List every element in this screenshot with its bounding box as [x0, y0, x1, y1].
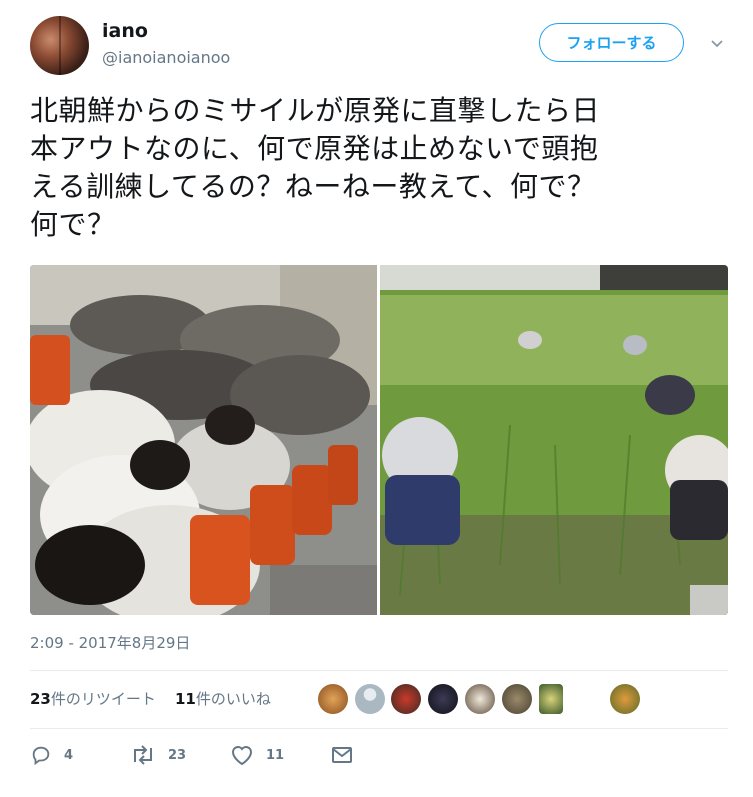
follow-button[interactable]: フォローする [539, 23, 684, 62]
reply-icon [32, 746, 50, 766]
avatar[interactable] [539, 684, 563, 714]
tweet-text-line: 北朝鮮からのミサイルが原発に直撃したら日 [30, 94, 601, 127]
avatar[interactable] [610, 684, 640, 714]
photo-field[interactable] [380, 265, 728, 615]
reply-action[interactable]: 4 [30, 744, 73, 766]
retweet-action-count: 23 [168, 747, 187, 763]
chevron-down-icon[interactable] [710, 36, 724, 50]
retweet-icon [134, 745, 152, 765]
user-handle[interactable]: @ianoianoianoo [102, 48, 230, 67]
avatar[interactable] [355, 684, 385, 714]
like-label: 件のいいね [195, 690, 271, 708]
tweet-text-line: 本アウトなのに、何で原発は止めないで頭抱 [30, 132, 599, 165]
photo-auditorium[interactable] [30, 265, 377, 615]
tweet-media [30, 265, 728, 615]
avatar[interactable] [391, 684, 421, 714]
dm-action[interactable] [330, 744, 366, 766]
tweet-stats: 23件のリツイート 11件のいいね [30, 688, 271, 709]
tweet-text-line: 何で？ [30, 208, 116, 241]
divider [30, 670, 728, 671]
retweet-stat[interactable]: 23件のリツイート [30, 690, 156, 708]
avatar[interactable] [30, 16, 89, 75]
retweet-label: 件のリツイート [50, 690, 156, 708]
retweet-count: 23 [30, 690, 51, 708]
avatar[interactable] [428, 684, 458, 714]
divider [30, 728, 728, 729]
tweet-text: 北朝鮮からのミサイルが原発に直撃したら日 本アウトなのに、何で原発は止めないで頭… [30, 92, 730, 244]
display-name[interactable]: iano [102, 20, 148, 42]
avatar[interactable] [465, 684, 495, 714]
retweet-action[interactable]: 23 [130, 744, 186, 766]
mail-icon [332, 747, 352, 763]
like-action-count: 11 [266, 747, 285, 763]
reply-count: 4 [64, 747, 74, 763]
tweet-actions: 4 23 11 [30, 744, 430, 774]
tweet-timestamp[interactable]: 2:09 - 2017年8月29日 [30, 632, 190, 653]
like-count: 11 [174, 690, 196, 708]
avatar[interactable] [318, 684, 348, 714]
like-action[interactable]: 11 [230, 744, 284, 766]
tweet-header: iano @ianoianoianoo フォローする [30, 14, 730, 78]
like-stat[interactable]: 11件のいいね [175, 690, 271, 708]
heart-icon [231, 746, 253, 766]
avatar[interactable] [502, 684, 532, 714]
tweet-text-line: える訓練してるの？ねーねー教えて、何で？ [30, 170, 596, 203]
